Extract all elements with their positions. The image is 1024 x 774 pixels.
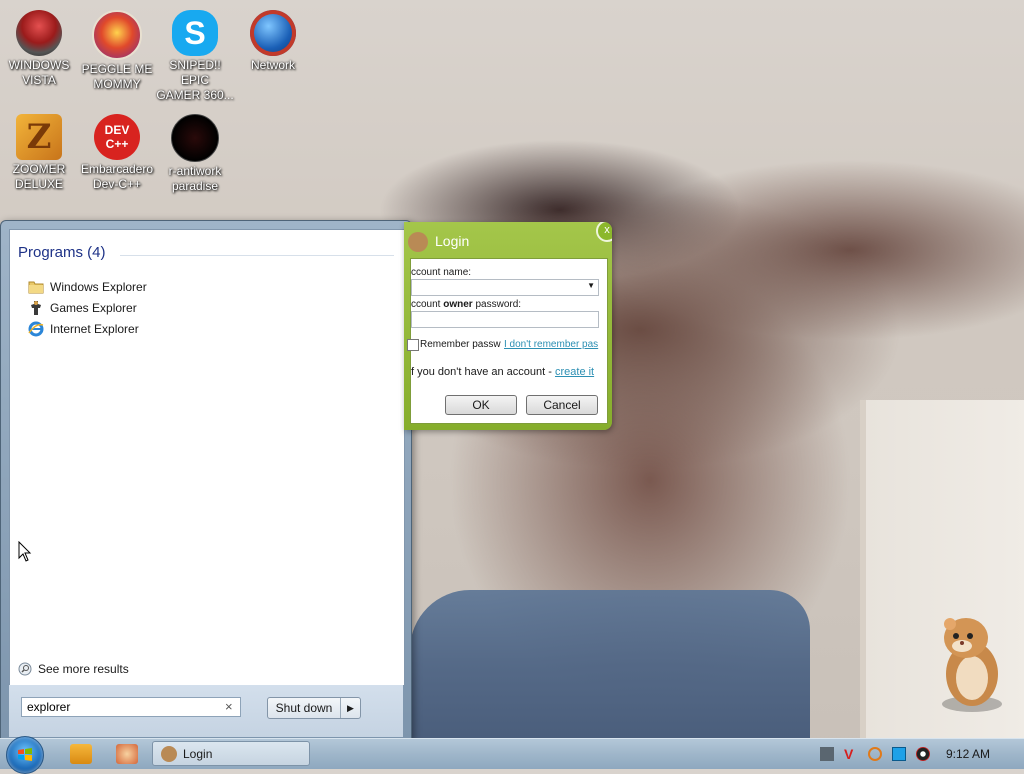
remember-password-label: Remember passw (420, 339, 501, 350)
account-name-dropdown[interactable]: ▼ (411, 279, 599, 296)
tray-v-icon[interactable]: V (844, 747, 858, 761)
windows-vista-icon (16, 10, 62, 56)
ok-button[interactable]: OK (445, 395, 517, 415)
peggle-icon (92, 10, 142, 60)
network-icon (250, 10, 296, 56)
chevron-down-icon: ▼ (587, 281, 595, 290)
zoomer-deluxe-icon: Z (16, 114, 62, 160)
windows-logo-icon (18, 748, 32, 761)
see-more-label: See more results (38, 662, 129, 676)
taskbar-button-label: Login (183, 746, 213, 761)
result-label: Internet Explorer (50, 322, 139, 336)
tray-display-icon[interactable] (892, 747, 906, 761)
background-photo-jeans (410, 590, 810, 740)
taskbar-button-login[interactable]: Login (152, 741, 310, 766)
desktop-icon-zoomer-deluxe[interactable]: Z ZOOMER DELUXE (0, 108, 78, 192)
skype-icon: S (172, 10, 218, 56)
cancel-button[interactable]: Cancel (526, 395, 598, 415)
hamster-quicklaunch-icon[interactable] (116, 744, 138, 764)
media-player-quicklaunch-icon[interactable] (70, 744, 92, 764)
desktop-icon-sniped[interactable]: S SNIPED!! EPIC GAMER 360... (156, 4, 234, 103)
taskbar: Login V 9:12 AM (0, 736, 1024, 774)
tray-network-icon[interactable] (820, 747, 834, 761)
programs-header: Programs (4) (18, 244, 106, 261)
shutdown-button[interactable]: Shut down (268, 698, 341, 718)
hamster-mascot (942, 618, 1002, 712)
remember-password-checkbox[interactable] (407, 339, 419, 351)
result-label: Games Explorer (50, 301, 137, 315)
tray-search-icon[interactable] (868, 747, 882, 761)
desktop-icon-network[interactable]: Network (234, 4, 312, 73)
close-icon[interactable]: x (596, 222, 612, 242)
search-results-pane: Programs (4) Windows Explorer Games Expl… (9, 229, 405, 686)
shutdown-button-group: Shut down ▶ (267, 697, 361, 719)
desktop-icon-antiwork[interactable]: r-antiwork paradise (156, 108, 234, 194)
desktop-icon-label: r-antiwork paradise (168, 164, 222, 193)
desktop-icon-windows-vista[interactable]: WINDOWS VISTA (0, 4, 78, 88)
hamster-icon (408, 232, 428, 252)
start-search-input[interactable] (21, 697, 241, 717)
start-menu: Programs (4) Windows Explorer Games Expl… (0, 220, 412, 740)
start-search-row: × Shut down ▶ (9, 685, 403, 737)
start-button[interactable] (6, 736, 44, 774)
folder-icon (28, 281, 44, 294)
result-label: Windows Explorer (50, 280, 147, 294)
result-internet-explorer[interactable]: Internet Explorer (28, 319, 139, 339)
create-account-link[interactable]: create it (555, 366, 594, 378)
devcpp-icon: DEV C++ (94, 114, 140, 160)
desktop-icon-label: ZOOMER DELUXE (12, 162, 66, 191)
login-dialog: Login x ccount name: ▼ ccount owner pass… (404, 222, 612, 430)
internet-explorer-icon (28, 321, 44, 337)
hamster-icon (161, 745, 177, 762)
account-name-label: ccount name: (411, 267, 472, 278)
taskbar-clock[interactable]: 9:12 AM (946, 747, 990, 761)
mouse-cursor (18, 541, 32, 562)
login-title: Login (435, 233, 470, 249)
password-label: ccount owner password: (411, 299, 522, 310)
desktop-icon-label: Network (250, 58, 295, 72)
desktop-icon-devcpp[interactable]: DEV C++ Embarcadero Dev-C++ (78, 108, 156, 192)
desktop-icon-label: PEGGLE ME MOMMY (81, 62, 153, 91)
divider (120, 255, 394, 256)
desktop-icon-label: Embarcadero Dev-C++ (80, 162, 154, 191)
result-games-explorer[interactable]: Games Explorer (28, 298, 137, 318)
antiwork-icon (171, 114, 219, 162)
desktop-icon-peggle[interactable]: PEGGLE ME MOMMY (78, 4, 156, 92)
forgot-password-link[interactable]: I don't remember pas (504, 339, 598, 350)
desktop-icon-label: SNIPED!! EPIC GAMER 360... (156, 58, 234, 102)
desktop-icon-label: WINDOWS VISTA (8, 58, 70, 87)
see-more-results-link[interactable]: See more results (18, 662, 129, 676)
password-field[interactable] (411, 311, 599, 328)
login-form: ccount name: ▼ ccount owner password: Re… (407, 258, 608, 424)
shutdown-options-arrow-icon[interactable]: ▶ (341, 703, 360, 714)
clear-search-icon[interactable]: × (225, 699, 233, 714)
no-account-text: f you don't have an account - create it (411, 366, 595, 378)
tray-media-icon[interactable] (916, 747, 930, 761)
result-windows-explorer[interactable]: Windows Explorer (28, 277, 147, 297)
search-icon (18, 662, 32, 676)
games-explorer-icon (31, 301, 41, 315)
